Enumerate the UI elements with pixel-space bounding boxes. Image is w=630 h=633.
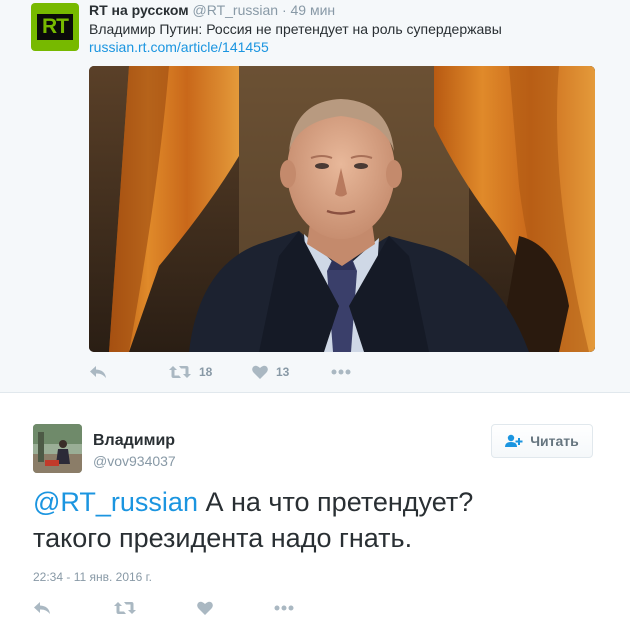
user-avatar-image — [33, 424, 82, 473]
photo-illustration — [89, 66, 595, 352]
header-separator: · — [281, 2, 287, 18]
rt-logo: RT — [37, 14, 73, 40]
reply-timestamp[interactable]: 22:34 - 11 янв. 2016 г. — [33, 569, 152, 585]
more-icon — [274, 605, 294, 611]
reply-icon — [33, 601, 51, 615]
reply-text-line2: такого президента надо гнать. — [33, 523, 413, 553]
reply-mention-link[interactable]: @RT_russian — [33, 487, 198, 517]
retweet-icon — [114, 601, 136, 615]
parent-tweet-header: RT на русском @RT_russian · 49 мин — [89, 1, 335, 19]
parent-tweet[interactable]: RT RT на русском @RT_russian · 49 мин Вл… — [0, 0, 630, 393]
reply-author-handle[interactable]: @vov934037 — [93, 452, 176, 470]
like-button[interactable]: 13 — [252, 362, 289, 382]
retweet-button[interactable]: 18 — [169, 362, 212, 382]
heart-icon — [197, 601, 213, 615]
parent-tweet-link[interactable]: russian.rt.com/article/141455 — [89, 38, 269, 56]
follow-user-icon — [505, 434, 523, 448]
parent-tweet-actions: 18 13 — [89, 362, 389, 382]
reply-author-name[interactable]: Владимир — [93, 431, 175, 451]
like-count: 13 — [276, 365, 290, 379]
heart-icon — [252, 365, 268, 379]
parent-tweet-time[interactable]: 49 мин — [291, 2, 336, 18]
retweet-count: 18 — [199, 365, 213, 379]
reply-tweet-text: @RT_russian А на что претендует? такого … — [33, 484, 593, 556]
reply-tweet-actions — [33, 598, 333, 618]
more-button[interactable] — [274, 598, 294, 618]
rt-avatar[interactable]: RT — [31, 3, 79, 51]
parent-author-handle[interactable]: @RT_russian — [193, 2, 279, 18]
follow-button[interactable]: Читать — [491, 424, 593, 458]
reply-button[interactable] — [33, 598, 51, 618]
reply-button[interactable] — [89, 362, 107, 382]
parent-tweet-text: Владимир Путин: Россия не претендует на … — [89, 21, 502, 37]
parent-author-name[interactable]: RT на русском — [89, 2, 189, 18]
user-avatar[interactable] — [33, 424, 82, 473]
reply-text-line1: А на что претендует? — [197, 487, 474, 517]
more-button[interactable] — [331, 362, 351, 382]
follow-button-label: Читать — [530, 433, 579, 449]
more-icon — [331, 369, 351, 375]
retweet-button[interactable] — [114, 598, 136, 618]
retweet-icon — [169, 365, 191, 379]
reply-icon — [89, 365, 107, 379]
like-button[interactable] — [197, 598, 213, 618]
tweet-photo[interactable] — [89, 66, 595, 352]
